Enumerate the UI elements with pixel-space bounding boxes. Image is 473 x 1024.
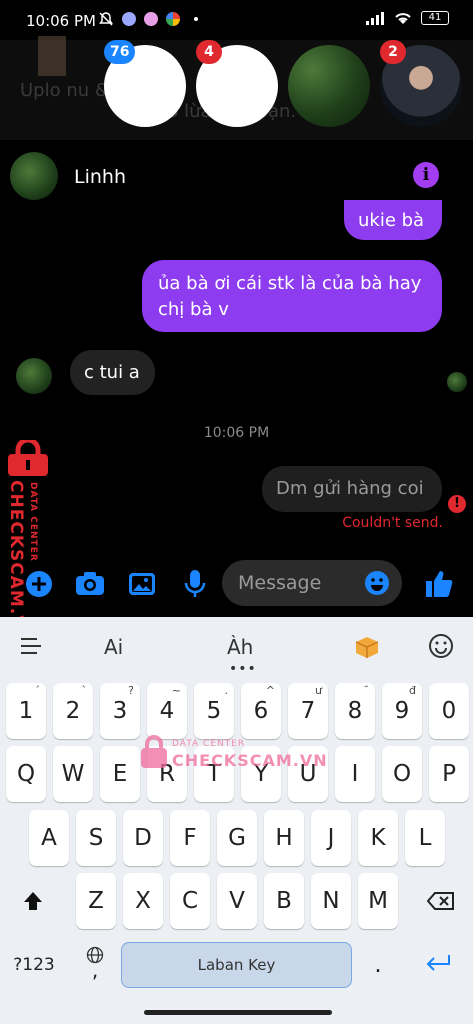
- key-0[interactable]: 0: [429, 683, 469, 739]
- contact-name[interactable]: Linhh: [74, 166, 126, 188]
- key-c[interactable]: C: [170, 873, 210, 929]
- chat-head-3[interactable]: [288, 45, 370, 127]
- key-h[interactable]: H: [264, 810, 304, 866]
- key-p[interactable]: P: [429, 746, 469, 802]
- failed-message[interactable]: Dm gửi hàng coi: [262, 466, 442, 512]
- key-o[interactable]: O: [382, 746, 422, 802]
- backspace-icon[interactable]: [416, 873, 466, 929]
- watermark-small-text: DATA CENTER: [28, 482, 38, 562]
- key-8[interactable]: 8 ˘: [335, 683, 375, 739]
- key-v[interactable]: V: [217, 873, 257, 929]
- send-failed-status: Couldn't send.: [342, 515, 443, 531]
- notification-icons: [98, 11, 198, 27]
- bell-muted-icon: [99, 12, 113, 26]
- watermark-small-text: DATA CENTER: [172, 739, 246, 749]
- background-thumbnail: [38, 36, 66, 76]
- add-icon[interactable]: [22, 567, 56, 601]
- app-icon-pink: [144, 12, 158, 26]
- watermark-brand-text: CHECKSCAM.VN: [172, 751, 328, 770]
- outgoing-message[interactable]: ủa bà ơi cái stk là của bà hay chị bà v: [142, 260, 442, 332]
- key-z[interactable]: Z: [76, 873, 116, 929]
- key-w[interactable]: W: [53, 746, 93, 802]
- key-s[interactable]: S: [76, 810, 116, 866]
- info-icon[interactable]: i: [413, 162, 439, 188]
- key-a[interactable]: A: [29, 810, 69, 866]
- wifi-icon: [395, 13, 411, 24]
- key-k[interactable]: K: [358, 810, 398, 866]
- signal-icon: [366, 12, 384, 25]
- key-3[interactable]: 3?: [100, 683, 140, 739]
- suggestion-word[interactable]: Àh: [227, 635, 253, 659]
- unread-badge-2: 4: [196, 40, 222, 64]
- symbols-key[interactable]: ?123: [4, 940, 64, 990]
- outgoing-message[interactable]: ukie bà: [344, 200, 442, 240]
- thumbs-up-icon[interactable]: [422, 567, 456, 601]
- key-9[interactable]: 9đ: [382, 683, 422, 739]
- comma-key[interactable]: ,: [78, 950, 112, 990]
- key-f[interactable]: F: [170, 810, 210, 866]
- status-time: 10:06 PM: [26, 12, 96, 30]
- key-q[interactable]: Q: [6, 746, 46, 802]
- more-suggestions-dots-icon[interactable]: •••: [229, 661, 257, 677]
- suggestion-bar: Ai Àh •••: [0, 617, 473, 677]
- space-bar[interactable]: Laban Key: [121, 942, 352, 988]
- contact-avatar[interactable]: [10, 152, 58, 200]
- watermark-lock-icon: [141, 735, 167, 768]
- enter-icon[interactable]: [424, 952, 452, 976]
- unread-badge-3: 2: [380, 40, 406, 64]
- status-bar: 10:06 PM 41: [0, 0, 473, 40]
- sticker-box-icon[interactable]: [354, 635, 380, 659]
- period-key[interactable]: .: [362, 945, 394, 985]
- key-x[interactable]: X: [123, 873, 163, 929]
- key-i[interactable]: I: [335, 746, 375, 802]
- more-notifications-dot-icon: [194, 17, 198, 21]
- key-m[interactable]: M: [358, 873, 398, 929]
- unread-badge-1: 76: [104, 40, 136, 64]
- message-input[interactable]: Message: [222, 560, 402, 606]
- sender-avatar: [16, 358, 52, 394]
- message-placeholder: Message: [238, 572, 322, 594]
- key-7[interactable]: 7ư: [288, 683, 328, 739]
- app-icon-purple: [122, 12, 136, 26]
- menu-icon[interactable]: [20, 637, 42, 655]
- suggestion-word[interactable]: Ai: [104, 635, 123, 659]
- watermark-lock-icon: [8, 440, 48, 476]
- key-5[interactable]: 5.: [194, 683, 234, 739]
- incoming-message[interactable]: c tui a: [70, 350, 155, 395]
- shift-icon[interactable]: [10, 873, 56, 929]
- gallery-icon[interactable]: [125, 567, 159, 601]
- key-1[interactable]: 1ˊ: [6, 683, 46, 739]
- key-e[interactable]: E: [100, 746, 140, 802]
- key-j[interactable]: J: [311, 810, 351, 866]
- key-4[interactable]: 4 ~: [147, 683, 187, 739]
- key-g[interactable]: G: [217, 810, 257, 866]
- key-n[interactable]: N: [311, 873, 351, 929]
- key-l[interactable]: L: [405, 810, 445, 866]
- key-d[interactable]: D: [123, 810, 163, 866]
- microphone-icon[interactable]: [178, 567, 212, 601]
- message-timestamp: 10:06 PM: [203, 425, 270, 441]
- emoji-icon[interactable]: [364, 570, 390, 596]
- google-icon: [166, 12, 180, 26]
- gesture-navigation-bar[interactable]: [144, 1010, 332, 1015]
- key-2[interactable]: 2ˋ: [53, 683, 93, 739]
- message-composer: Message: [0, 555, 473, 617]
- key-b[interactable]: B: [264, 873, 304, 929]
- error-icon[interactable]: !: [448, 495, 466, 513]
- camera-icon[interactable]: [73, 567, 107, 601]
- seen-indicator-avatar: [447, 372, 467, 392]
- emoji-keyboard-icon[interactable]: [428, 633, 454, 659]
- key-6[interactable]: 6 ^: [241, 683, 281, 739]
- battery-indicator: 41: [421, 11, 449, 25]
